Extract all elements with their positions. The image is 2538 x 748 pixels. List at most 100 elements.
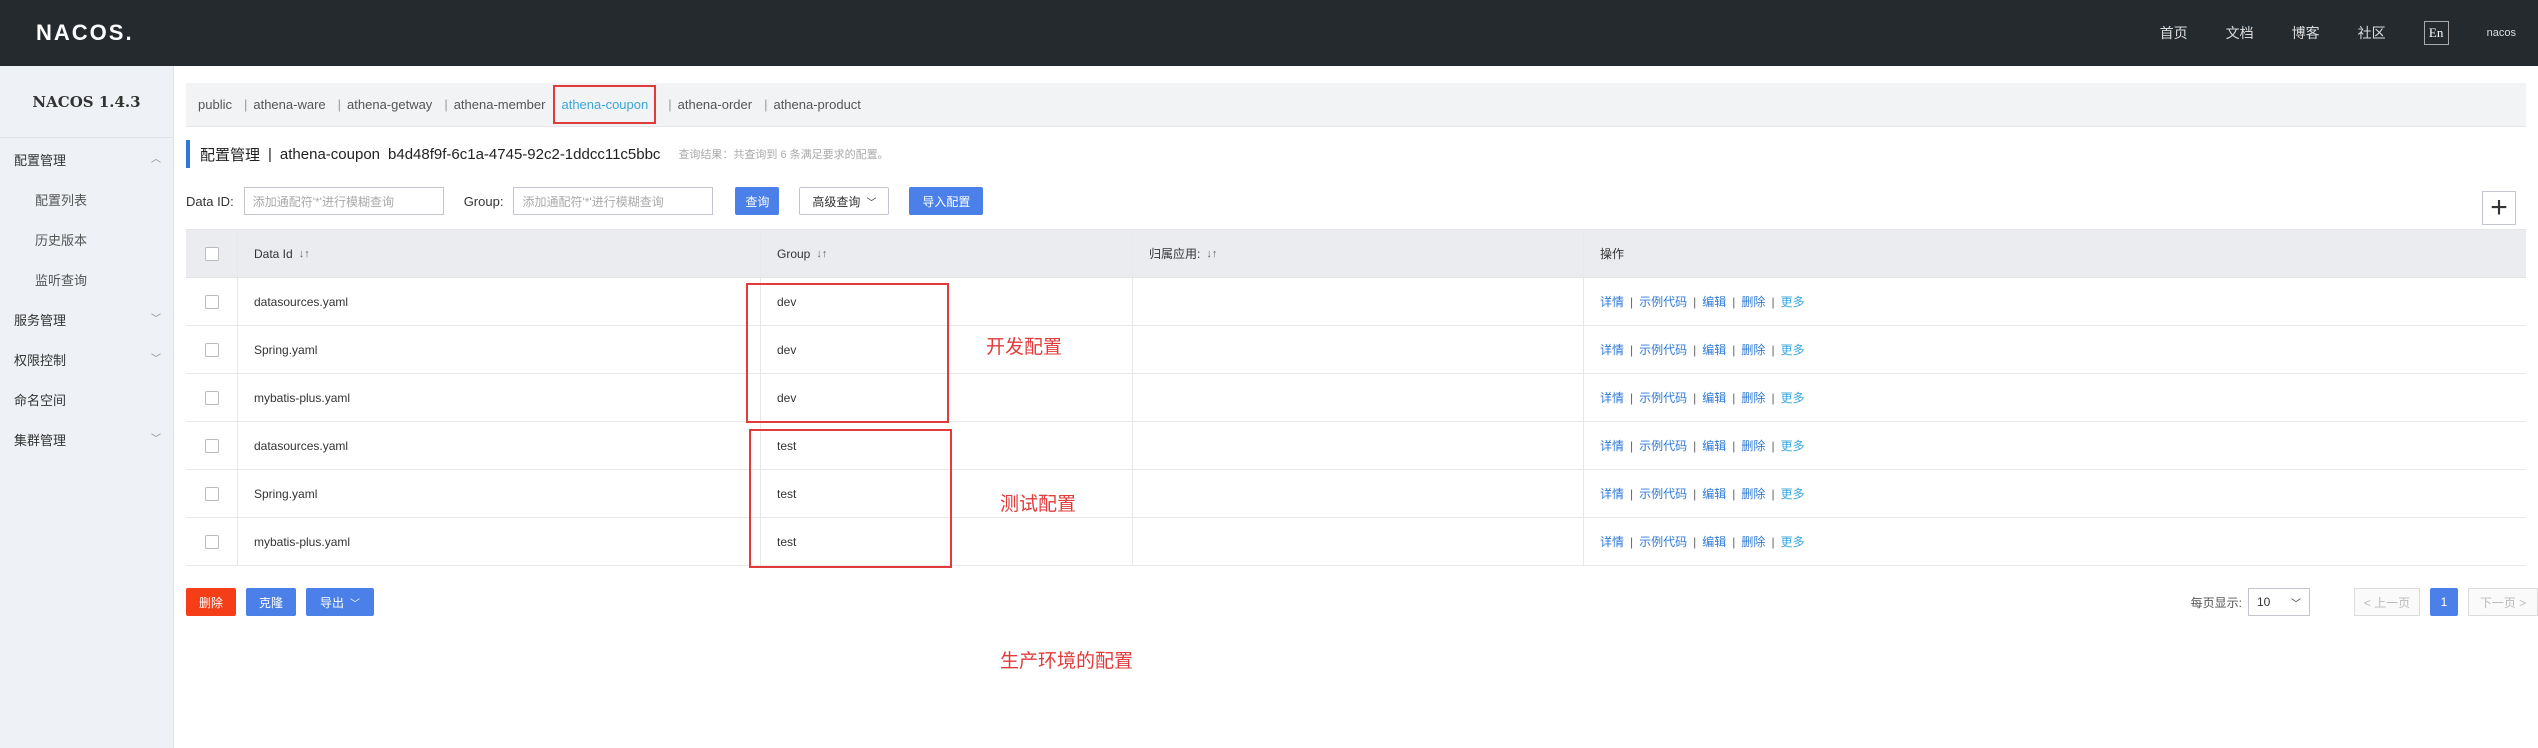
op-1-link[interactable]: 示例代码 (1639, 341, 1687, 358)
import-config-button[interactable]: 导入配置 (909, 187, 984, 215)
query-result-hint: 查询结果：共查询到 6 条满足要求的配置。 (678, 149, 889, 161)
op-separator: | (1693, 390, 1697, 405)
tab-athena-coupon[interactable]: athena-coupon (553, 85, 657, 124)
tab-public[interactable]: public (198, 97, 232, 112)
tab-athena-order[interactable]: athena-order (678, 97, 752, 112)
sort-icon[interactable]: ↓↑ (299, 248, 310, 260)
cell-app (1133, 470, 1584, 517)
row-operations: 详情 | 示例代码 | 编辑 | 删除 | 更多 (1600, 293, 1805, 310)
op-0-link[interactable]: 详情 (1600, 389, 1624, 406)
sort-icon[interactable]: ↓↑ (816, 248, 827, 260)
op-0-link[interactable]: 详情 (1600, 533, 1624, 550)
tab-athena-member[interactable]: athena-member (454, 97, 546, 112)
op-2-link[interactable]: 编辑 (1702, 293, 1726, 310)
op-4-link[interactable]: 更多 (1781, 341, 1805, 358)
tab-athena-ware[interactable]: athena-ware (253, 97, 325, 112)
tab-athena-getway[interactable]: athena-getway (347, 97, 432, 112)
op-2-link[interactable]: 编辑 (1702, 341, 1726, 358)
page-number-current[interactable]: 1 (2430, 588, 2458, 616)
op-0-link[interactable]: 详情 (1600, 437, 1624, 454)
row-operations: 详情 | 示例代码 | 编辑 | 删除 | 更多 (1600, 485, 1805, 502)
op-4-link[interactable]: 更多 (1781, 293, 1805, 310)
op-4-link[interactable]: 更多 (1781, 437, 1805, 454)
op-3-link[interactable]: 删除 (1741, 485, 1765, 502)
op-separator: | (1771, 486, 1775, 501)
op-0-link[interactable]: 详情 (1600, 485, 1624, 502)
sidebar-item-cluster[interactable]: 集群管理 ﹀ (14, 430, 169, 449)
tab-athena-product[interactable]: athena-product (773, 97, 860, 112)
cell-app (1133, 422, 1584, 469)
clone-button[interactable]: 克隆 (246, 588, 296, 616)
row-checkbox[interactable] (204, 294, 219, 309)
sidebar-item-config-list[interactable]: 配置列表 (35, 190, 87, 209)
table-row: mybatis-plus.yaml dev 详情 | 示例代码 | 编辑 | 删除 | 更多 (186, 374, 2526, 422)
row-checkbox[interactable] (204, 342, 219, 357)
op-1-link[interactable]: 示例代码 (1639, 437, 1687, 454)
op-separator: | (1732, 486, 1736, 501)
sidebar-item-namespace[interactable]: 命名空间 (14, 390, 66, 409)
op-3-link[interactable]: 删除 (1741, 533, 1765, 550)
row-operations: 详情 | 示例代码 | 编辑 | 删除 | 更多 (1600, 389, 1805, 406)
sidebar-item-label: 服务管理 (14, 313, 67, 328)
row-checkbox[interactable] (204, 486, 219, 501)
cell-data-id: datasources.yaml (238, 278, 761, 325)
main-content: public | athena-ware | athena-getway | a… (174, 66, 2538, 748)
op-2-link[interactable]: 编辑 (1702, 533, 1726, 550)
group-input[interactable]: 添加通配符'*'进行模糊查询 (513, 187, 714, 215)
cell-data-id: datasources.yaml (238, 422, 761, 469)
sort-icon[interactable]: ↓↑ (1206, 248, 1217, 260)
dev-annotation-box (746, 283, 949, 423)
data-id-input[interactable]: 添加通配符'*'进行模糊查询 (243, 187, 444, 215)
sidebar-item-history[interactable]: 历史版本 (35, 230, 87, 249)
op-separator: | (1732, 294, 1736, 309)
op-separator: | (1693, 486, 1697, 501)
chevron-down-icon: ﹀ (151, 434, 161, 445)
user-name[interactable]: nacos (2487, 27, 2516, 39)
title-prefix: 配置管理 (200, 146, 261, 164)
row-checkbox[interactable] (204, 438, 219, 453)
op-3-link[interactable]: 删除 (1741, 437, 1765, 454)
op-3-link[interactable]: 删除 (1741, 389, 1765, 406)
nav-blog[interactable]: 博客 (2292, 23, 2320, 43)
nav-docs[interactable]: 文档 (2226, 23, 2254, 43)
search-button[interactable]: 查询 (735, 187, 780, 215)
op-1-link[interactable]: 示例代码 (1639, 533, 1687, 550)
select-all-checkbox[interactable] (204, 246, 219, 261)
table-row: datasources.yaml dev 详情 | 示例代码 | 编辑 | 删除 | 更多 (186, 278, 2526, 326)
nacos-logo[interactable]: NACOS. (36, 20, 134, 46)
sidebar-item-listener[interactable]: 监听查询 (35, 270, 87, 289)
op-4-link[interactable]: 更多 (1781, 533, 1805, 550)
add-config-button[interactable]: + (2482, 191, 2516, 225)
op-separator: | (1732, 534, 1736, 549)
op-2-link[interactable]: 编辑 (1702, 485, 1726, 502)
nav-community[interactable]: 社区 (2358, 23, 2386, 43)
prev-page-button[interactable]: < 上一页 (2354, 588, 2420, 616)
sidebar-item-config-management[interactable]: 配置管理 ︿ (14, 150, 169, 169)
op-0-link[interactable]: 详情 (1600, 293, 1624, 310)
row-operations: 详情 | 示例代码 | 编辑 | 删除 | 更多 (1600, 341, 1805, 358)
nav-home[interactable]: 首页 (2160, 23, 2188, 43)
op-3-link[interactable]: 删除 (1741, 341, 1765, 358)
sidebar-item-permission[interactable]: 权限控制 ﹀ (14, 350, 169, 369)
op-4-link[interactable]: 更多 (1781, 485, 1805, 502)
op-0-link[interactable]: 详情 (1600, 341, 1624, 358)
export-button[interactable]: 导出 ﹀ (306, 588, 374, 616)
page-size-select[interactable]: 10 ﹀ (2248, 588, 2310, 616)
row-checkbox[interactable] (204, 534, 219, 549)
op-4-link[interactable]: 更多 (1781, 389, 1805, 406)
row-checkbox[interactable] (204, 390, 219, 405)
chevron-up-icon: ︿ (151, 154, 161, 165)
sidebar-item-service-management[interactable]: 服务管理 ﹀ (14, 310, 169, 329)
op-1-link[interactable]: 示例代码 (1639, 485, 1687, 502)
next-page-button[interactable]: 下一页 > (2468, 588, 2538, 616)
op-1-link[interactable]: 示例代码 (1639, 389, 1687, 406)
pagination: 每页显示: 10 ﹀ < 上一页 1 下一页 > (2191, 588, 2538, 616)
op-2-link[interactable]: 编辑 (1702, 389, 1726, 406)
chevron-down-icon: ﹀ (151, 314, 161, 325)
op-2-link[interactable]: 编辑 (1702, 437, 1726, 454)
advanced-search-button[interactable]: 高级查询 ﹀ (799, 187, 890, 215)
delete-button[interactable]: 删除 (186, 588, 236, 616)
op-3-link[interactable]: 删除 (1741, 293, 1765, 310)
language-switch[interactable]: En (2423, 21, 2449, 45)
op-1-link[interactable]: 示例代码 (1639, 293, 1687, 310)
